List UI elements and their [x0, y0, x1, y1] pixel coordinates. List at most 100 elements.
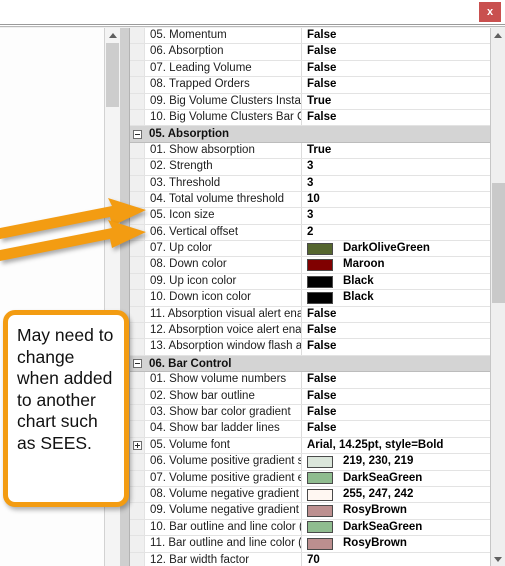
property-value-cell[interactable]: 3 [302, 176, 490, 191]
property-row[interactable]: 07. Leading Volume False [130, 60, 490, 78]
property-value-cell[interactable]: 2 [302, 225, 490, 240]
property-value-cell[interactable]: False [302, 323, 490, 338]
property-row[interactable]: 04. Total volume threshold 10 [130, 191, 490, 209]
property-row[interactable]: 05. Momentum False [130, 28, 490, 45]
property-value: False [307, 373, 337, 386]
property-value-cell[interactable]: False [302, 61, 490, 76]
property-name: 12. Bar width factor [145, 552, 302, 566]
scrollbar-thumb-right[interactable] [492, 183, 505, 303]
property-value-cell[interactable]: False [302, 421, 490, 436]
property-row[interactable]: 06. Absorption False [130, 44, 490, 61]
property-value-cell[interactable]: False [302, 77, 490, 92]
property-row[interactable]: 08. Volume negative gradient st 255, 247,… [130, 486, 490, 504]
row-expander-cell [130, 109, 145, 126]
property-name: 02. Show bar outline [145, 388, 302, 404]
color-swatch[interactable] [307, 472, 333, 485]
property-row[interactable]: 05. Volume font Arial, 14.25pt, style=Bol… [130, 437, 490, 455]
color-swatch[interactable] [307, 291, 333, 304]
property-row[interactable]: 08. Down color Maroon [130, 257, 490, 274]
property-value-cell[interactable]: False [302, 372, 490, 387]
property-value-cell[interactable]: RosyBrown [302, 536, 490, 551]
color-swatch[interactable] [307, 488, 333, 501]
property-value-cell[interactable]: DarkSeaGreen [302, 471, 490, 486]
property-row[interactable]: 13. Absorption window flash ale False [130, 339, 490, 356]
property-row[interactable]: 04. Show bar ladder lines False [130, 421, 490, 438]
property-value-cell[interactable]: False [302, 44, 490, 59]
property-value-cell[interactable]: 3 [302, 159, 490, 174]
property-value-cell[interactable]: True [302, 143, 490, 158]
color-swatch[interactable] [307, 242, 333, 255]
property-row[interactable]: 09. Volume negative gradient er RosyBrown [130, 503, 490, 520]
property-name: 12. Absorption voice alert enabl [145, 323, 302, 339]
row-expander-cell [130, 323, 145, 339]
property-value-cell[interactable]: 3 [302, 208, 490, 223]
property-value-cell[interactable]: Arial, 14.25pt, style=Bold [302, 438, 490, 453]
property-value-cell[interactable]: DarkSeaGreen [302, 520, 490, 535]
property-value: False [307, 45, 337, 58]
property-name: 01. Show volume numbers [145, 372, 302, 388]
scrollbar-thumb-left[interactable] [106, 43, 119, 107]
row-expander-cell [130, 142, 145, 159]
color-swatch[interactable] [307, 259, 333, 272]
scroll-up-button-right[interactable] [491, 28, 505, 42]
property-value-cell[interactable]: Black [302, 274, 490, 289]
property-row[interactable]: 10. Down icon color Black [130, 290, 490, 307]
property-value-cell[interactable]: False [302, 307, 490, 322]
property-value: 3 [307, 209, 314, 222]
row-expander-cell [130, 290, 145, 306]
collapse-icon[interactable] [133, 359, 142, 368]
property-row[interactable]: 03. Threshold 3 [130, 175, 490, 192]
property-row[interactable]: 11. Bar outline and line color (d RosyBro… [130, 536, 490, 553]
property-value-cell[interactable]: RosyBrown [302, 503, 490, 518]
property-value-cell[interactable]: Maroon [302, 257, 490, 272]
property-row[interactable]: 09. Up icon color Black [130, 273, 490, 291]
color-swatch[interactable] [307, 521, 333, 534]
color-swatch[interactable] [307, 455, 333, 468]
property-value-cell[interactable]: 219, 230, 219 [302, 454, 490, 469]
property-row[interactable]: 12. Absorption voice alert enabl False [130, 323, 490, 340]
property-value-cell[interactable]: False [302, 28, 490, 43]
color-swatch[interactable] [307, 537, 333, 550]
property-value-cell[interactable]: Black [302, 290, 490, 305]
property-group-header[interactable]: 06. Bar Control [130, 355, 490, 373]
property-value-cell[interactable]: False [302, 389, 490, 404]
property-row[interactable]: 05. Icon size 3 [130, 208, 490, 225]
color-swatch[interactable] [307, 505, 333, 518]
property-value-cell[interactable]: False [302, 405, 490, 420]
property-value-cell[interactable]: DarkOliveGreen [302, 241, 490, 256]
property-value: 2 [307, 225, 314, 238]
property-row[interactable]: 02. Strength 3 [130, 159, 490, 176]
right-vertical-scrollbar[interactable] [490, 28, 505, 566]
property-value: False [307, 29, 337, 41]
property-grid[interactable]: 05. Momentum False 06. Absorption False 07. … [130, 28, 490, 566]
property-value-cell[interactable]: False [302, 110, 490, 125]
expand-icon[interactable] [132, 440, 142, 450]
property-row[interactable]: 10. Big Volume Clusters Bar Cl False [130, 109, 490, 127]
property-value-cell[interactable]: 70 [302, 553, 490, 566]
row-expander-cell [130, 486, 145, 503]
property-row[interactable]: 06. Volume positive gradient sta 219, 230… [130, 454, 490, 471]
property-row[interactable]: 06. Vertical offset 2 [130, 224, 490, 242]
property-row[interactable]: 02. Show bar outline False [130, 388, 490, 405]
property-row[interactable]: 01. Show absorption True [130, 142, 490, 160]
property-value-cell[interactable]: False [302, 339, 490, 354]
scroll-up-button-left[interactable] [105, 28, 120, 42]
property-row[interactable]: 01. Show volume numbers False [130, 372, 490, 389]
property-group-header[interactable]: 05. Absorption [130, 126, 490, 143]
close-button[interactable]: x [479, 2, 501, 22]
property-row[interactable]: 12. Bar width factor 70 [130, 552, 490, 566]
scroll-down-button-right[interactable] [491, 552, 505, 566]
property-row[interactable]: 03. Show bar color gradient False [130, 404, 490, 422]
property-row[interactable]: 08. Trapped Orders False [130, 77, 490, 94]
collapse-icon[interactable] [133, 129, 142, 139]
property-row[interactable]: 10. Bar outline and line color (u DarkSea… [130, 519, 490, 537]
property-row[interactable]: 09. Big Volume Clusters Instant True [130, 93, 490, 110]
property-value-cell[interactable]: 255, 247, 242 [302, 487, 490, 502]
property-value-cell[interactable]: True [302, 94, 490, 109]
property-row[interactable]: 07. Up color DarkOliveGreen [130, 241, 490, 258]
color-swatch[interactable] [307, 275, 333, 288]
property-row[interactable]: 11. Absorption visual alert enab False [130, 306, 490, 324]
property-value-cell[interactable]: 10 [302, 192, 490, 207]
property-row[interactable]: 07. Volume positive gradient en DarkSeaGr… [130, 470, 490, 487]
row-expander-cell [130, 519, 145, 536]
